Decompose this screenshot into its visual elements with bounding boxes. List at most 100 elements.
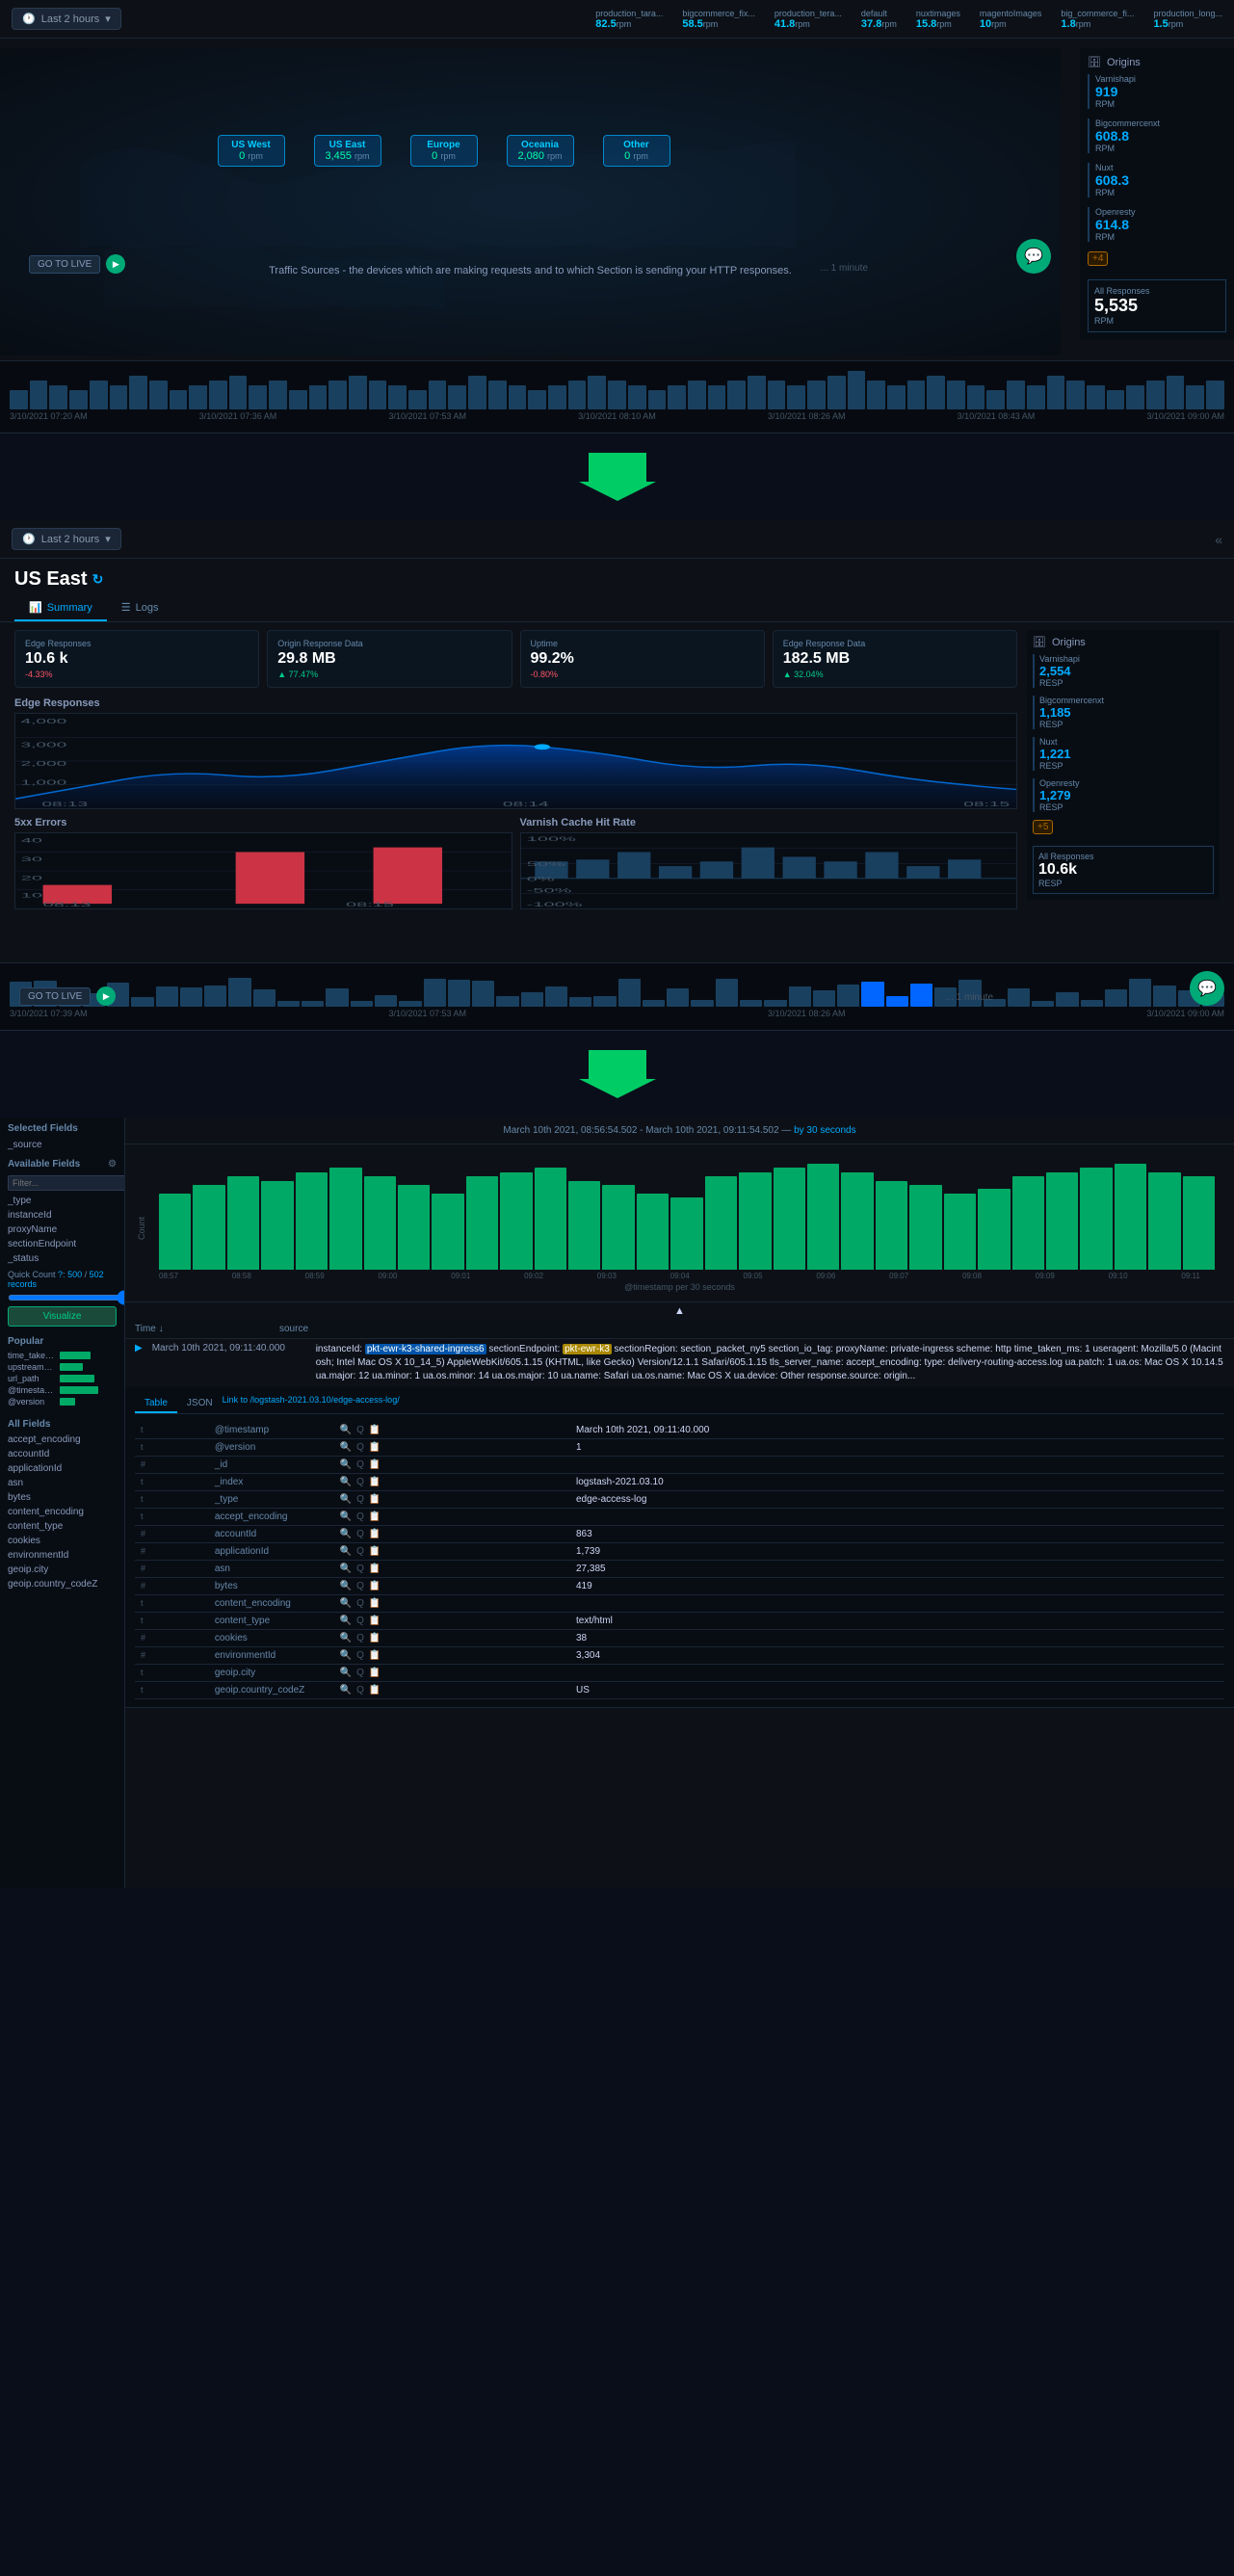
filter-include-icon[interactable]: 🔍 bbox=[340, 1650, 352, 1661]
all-field-cookies[interactable]: cookies bbox=[0, 1534, 124, 1548]
all-field-content_type[interactable]: content_type bbox=[0, 1519, 124, 1534]
copy-icon[interactable]: 📋 bbox=[369, 1581, 381, 1591]
copy-icon[interactable]: 📋 bbox=[369, 1459, 381, 1470]
filter-include-icon[interactable]: 🔍 bbox=[340, 1477, 352, 1487]
detail-tab-table[interactable]: Table bbox=[135, 1395, 177, 1413]
detail-tab-json[interactable]: JSON bbox=[177, 1395, 223, 1413]
date-range-link[interactable]: by 30 seconds bbox=[794, 1125, 856, 1136]
sidebar-source-field[interactable]: _source bbox=[0, 1137, 124, 1153]
filter-include-icon[interactable]: 🔍 bbox=[340, 1633, 352, 1643]
filter-include-icon[interactable]: 🔍 bbox=[340, 1581, 352, 1591]
field-actions[interactable]: 🔍 Q 📋 bbox=[334, 1439, 570, 1457]
filter-include-icon[interactable]: 🔍 bbox=[340, 1668, 352, 1678]
all-field-content_encoding[interactable]: content_encoding bbox=[0, 1505, 124, 1519]
play-button[interactable]: ▶ bbox=[106, 254, 125, 274]
field-actions[interactable]: 🔍 Q 📋 bbox=[334, 1474, 570, 1491]
filter-exclude-icon[interactable]: Q bbox=[356, 1668, 364, 1678]
field-actions[interactable]: 🔍 Q 📋 bbox=[334, 1543, 570, 1561]
popular-field-time_taken_ms[interactable]: time_taken_ms bbox=[0, 1350, 124, 1361]
copy-icon[interactable]: 📋 bbox=[369, 1511, 381, 1522]
filter-exclude-icon[interactable]: Q bbox=[356, 1598, 364, 1609]
tab-summary[interactable]: 📊 Summary bbox=[14, 595, 107, 621]
node-other[interactable]: Other0 rpm bbox=[603, 135, 670, 167]
popular-field-_version[interactable]: @version bbox=[0, 1396, 124, 1407]
copy-icon[interactable]: 📋 bbox=[369, 1598, 381, 1609]
filter-exclude-icon[interactable]: Q bbox=[356, 1685, 364, 1695]
origins-plus-more[interactable]: +4 bbox=[1088, 251, 1108, 266]
popular-field-upstream_status[interactable]: upstream_status bbox=[0, 1361, 124, 1373]
s2-go-to-live-button[interactable]: GO TO LIVE bbox=[19, 987, 91, 1006]
field-actions[interactable]: 🔍 Q 📋 bbox=[334, 1509, 570, 1526]
copy-icon[interactable]: 📋 bbox=[369, 1616, 381, 1626]
field-actions[interactable]: 🔍 Q 📋 bbox=[334, 1457, 570, 1474]
all-field-accept_encoding[interactable]: accept_encoding bbox=[0, 1433, 124, 1447]
filter-include-icon[interactable]: 🔍 bbox=[340, 1616, 352, 1626]
node-oceania[interactable]: Oceania2,080 rpm bbox=[507, 135, 574, 167]
go-to-live-button[interactable]: GO TO LIVE bbox=[29, 255, 100, 274]
field-actions[interactable]: 🔍 Q 📋 bbox=[334, 1561, 570, 1578]
filter-include-icon[interactable]: 🔍 bbox=[340, 1685, 352, 1695]
all-field-geoip_city[interactable]: geoip.city bbox=[0, 1563, 124, 1577]
copy-icon[interactable]: 📋 bbox=[369, 1546, 381, 1557]
s2-play-button[interactable]: ▶ bbox=[96, 986, 116, 1006]
filter-include-icon[interactable]: 🔍 bbox=[340, 1511, 352, 1522]
copy-icon[interactable]: 📋 bbox=[369, 1529, 381, 1539]
copy-icon[interactable]: 📋 bbox=[369, 1564, 381, 1574]
refresh-icon[interactable]: ↻ bbox=[92, 571, 104, 588]
field-actions[interactable]: 🔍 Q 📋 bbox=[334, 1491, 570, 1509]
all-field-asn[interactable]: asn bbox=[0, 1476, 124, 1490]
filter-exclude-icon[interactable]: Q bbox=[356, 1529, 364, 1539]
copy-icon[interactable]: 📋 bbox=[369, 1668, 381, 1678]
sidebar-field-_type[interactable]: _type bbox=[0, 1194, 124, 1208]
quick-count-icon[interactable]: ? bbox=[58, 1270, 63, 1279]
filter-exclude-icon[interactable]: Q bbox=[356, 1564, 364, 1574]
visualize-button[interactable]: Visualize bbox=[8, 1306, 117, 1327]
filter-include-icon[interactable]: 🔍 bbox=[340, 1546, 352, 1557]
all-field-geoip_country_codeZ[interactable]: geoip.country_codeZ bbox=[0, 1577, 124, 1591]
filter-include-icon[interactable]: 🔍 bbox=[340, 1425, 352, 1435]
filter-include-icon[interactable]: 🔍 bbox=[340, 1598, 352, 1609]
field-actions[interactable]: 🔍 Q 📋 bbox=[334, 1613, 570, 1630]
detail-link[interactable]: Link to /logstash-2021.03.10/edge-access… bbox=[223, 1395, 400, 1413]
field-actions[interactable]: 🔍 Q 📋 bbox=[334, 1682, 570, 1699]
filter-exclude-icon[interactable]: Q bbox=[356, 1425, 364, 1435]
filter-include-icon[interactable]: 🔍 bbox=[340, 1494, 352, 1505]
s2-chat-icon[interactable]: 💬 bbox=[1190, 971, 1224, 1006]
sidebar-field-sectionEndpoint[interactable]: sectionEndpoint bbox=[0, 1237, 124, 1251]
filter-include-icon[interactable]: 🔍 bbox=[340, 1459, 352, 1470]
filter-exclude-icon[interactable]: Q bbox=[356, 1546, 364, 1557]
all-field-environmentId[interactable]: environmentId bbox=[0, 1548, 124, 1563]
sidebar-field-_status[interactable]: _status bbox=[0, 1251, 124, 1266]
field-actions[interactable]: 🔍 Q 📋 bbox=[334, 1647, 570, 1665]
filter-exclude-icon[interactable]: Q bbox=[356, 1650, 364, 1661]
copy-icon[interactable]: 📋 bbox=[369, 1650, 381, 1661]
tab-logs[interactable]: ☰ Logs bbox=[107, 595, 173, 621]
filter-exclude-icon[interactable]: Q bbox=[356, 1511, 364, 1522]
all-field-applicationId[interactable]: applicationId bbox=[0, 1461, 124, 1476]
field-actions[interactable]: 🔍 Q 📋 bbox=[334, 1526, 570, 1543]
sidebar-field-instanceId[interactable]: instanceId bbox=[0, 1208, 124, 1222]
sidebar-field-proxyName[interactable]: proxyName bbox=[0, 1222, 124, 1237]
node-us-east[interactable]: US East3,455 rpm bbox=[314, 135, 381, 167]
filter-exclude-icon[interactable]: Q bbox=[356, 1616, 364, 1626]
copy-icon[interactable]: 📋 bbox=[369, 1477, 381, 1487]
field-actions[interactable]: 🔍 Q 📋 bbox=[334, 1595, 570, 1613]
settings-icon[interactable]: ⚙ bbox=[108, 1159, 117, 1170]
popular-field-_timestamp[interactable]: @timestamp bbox=[0, 1384, 124, 1396]
node-us-west[interactable]: US West0 rpm bbox=[218, 135, 285, 167]
copy-icon[interactable]: 📋 bbox=[369, 1425, 381, 1435]
expand-icon[interactable]: ▶ bbox=[135, 1343, 143, 1383]
filter-exclude-icon[interactable]: Q bbox=[356, 1494, 364, 1505]
copy-icon[interactable]: 📋 bbox=[369, 1633, 381, 1643]
field-actions[interactable]: 🔍 Q 📋 bbox=[334, 1630, 570, 1647]
quick-count-slider[interactable] bbox=[8, 1295, 125, 1301]
filter-exclude-icon[interactable]: Q bbox=[356, 1633, 364, 1643]
all-field-accountId[interactable]: accountId bbox=[0, 1447, 124, 1461]
chat-icon[interactable]: 💬 bbox=[1016, 239, 1051, 274]
field-actions[interactable]: 🔍 Q 📋 bbox=[334, 1665, 570, 1682]
node-europe[interactable]: Europe0 rpm bbox=[410, 135, 478, 167]
field-actions[interactable]: 🔍 Q 📋 bbox=[334, 1578, 570, 1595]
filter-include-icon[interactable]: 🔍 bbox=[340, 1529, 352, 1539]
copy-icon[interactable]: 📋 bbox=[369, 1442, 381, 1453]
filter-include-icon[interactable]: 🔍 bbox=[340, 1442, 352, 1453]
